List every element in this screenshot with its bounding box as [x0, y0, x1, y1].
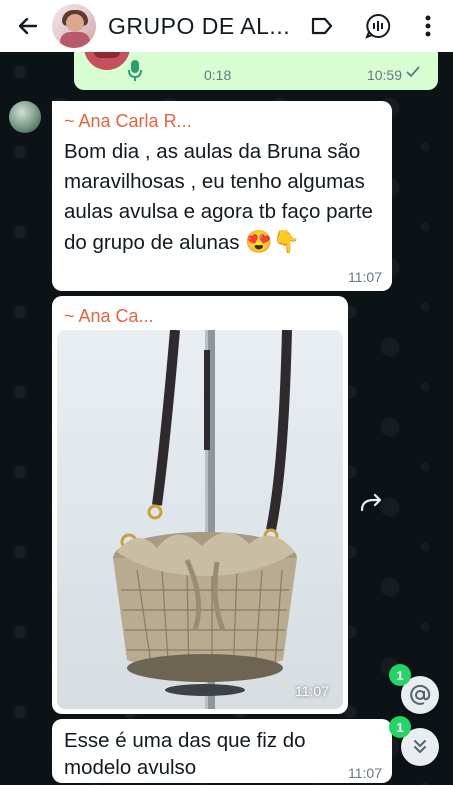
voice-timestamp: 10:59	[366, 67, 402, 83]
chat-header: GRUPO DE AL...	[0, 0, 453, 52]
crochet-bag-photo[interactable]: 11:07	[57, 330, 343, 709]
back-arrow-icon	[18, 17, 38, 35]
double-chevron-down-icon	[414, 740, 426, 753]
photo-time: 11:07	[295, 683, 329, 699]
microphone-icon	[128, 60, 142, 81]
sender-name[interactable]: ~ Ana Carla R...	[64, 111, 192, 132]
emoji: 😍👇	[245, 229, 301, 254]
more-options-button[interactable]	[412, 10, 444, 42]
message-text: Esse é uma das que fiz do modelo avulso	[64, 729, 306, 779]
at-sign-icon	[410, 684, 431, 705]
crochet-bag-image	[113, 330, 297, 709]
mentions-count-badge: 1	[389, 664, 411, 686]
forward-button[interactable]	[358, 492, 388, 516]
image-message-bubble[interactable]: ~ Ana Ca... 11:07	[52, 296, 348, 714]
message-bubble[interactable]: Esse é uma das que fiz do modelo avulso …	[52, 719, 392, 783]
message-time: 11:07	[348, 765, 382, 781]
unread-count-badge: 1	[389, 716, 411, 738]
voice-duration: 0:18	[204, 67, 232, 83]
message-bubble[interactable]: ~ Ana Carla R... Bom dia , as aulas da B…	[52, 101, 392, 291]
message-text: Bom dia , as aulas da Bruna são maravilh…	[64, 140, 373, 254]
voice-chat-icon	[365, 13, 391, 39]
sender-avatar[interactable]	[9, 101, 41, 133]
message-time: 11:07	[348, 269, 382, 285]
back-button[interactable]	[6, 4, 50, 48]
voice-chat-button[interactable]	[362, 10, 394, 42]
sender-name[interactable]: ~ Ana Ca...	[64, 306, 154, 327]
chat-title[interactable]: GRUPO DE AL...	[108, 13, 298, 40]
group-avatar[interactable]	[52, 4, 96, 48]
label-button[interactable]	[306, 10, 338, 42]
more-vert-icon	[425, 15, 431, 37]
label-icon	[311, 17, 333, 35]
read-check-icon	[406, 66, 420, 78]
forward-icon	[360, 493, 382, 512]
